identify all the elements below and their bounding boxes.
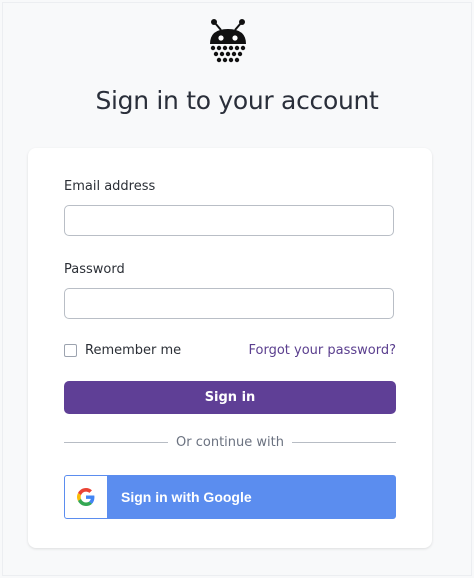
bug-robot-logo-icon: [210, 19, 246, 63]
remember-me-row: Remember me: [64, 343, 181, 358]
remember-me-checkbox[interactable]: [64, 344, 77, 357]
email-field[interactable]: [64, 205, 394, 236]
page-title: Sign in to your account: [95, 86, 379, 115]
continue-divider: Or continue with: [64, 435, 397, 450]
sign-in-button[interactable]: Sign in: [64, 381, 396, 414]
google-g-icon: [77, 488, 95, 506]
password-label: Password: [64, 262, 125, 277]
divider-line-right: [291, 442, 397, 443]
password-field[interactable]: [64, 288, 394, 319]
forgot-password-link[interactable]: Forgot your password?: [248, 343, 396, 358]
email-label: Email address: [64, 179, 156, 194]
remember-me-label[interactable]: Remember me: [85, 343, 181, 358]
divider-line-left: [64, 442, 169, 443]
google-signin-label: Sign in with Google: [121, 489, 252, 505]
google-icon-box: [65, 476, 107, 518]
google-signin-button[interactable]: Sign in with Google: [64, 475, 396, 519]
signin-card: Email address Password Remember me Forgo…: [28, 148, 432, 548]
divider-text: Or continue with: [176, 435, 284, 450]
